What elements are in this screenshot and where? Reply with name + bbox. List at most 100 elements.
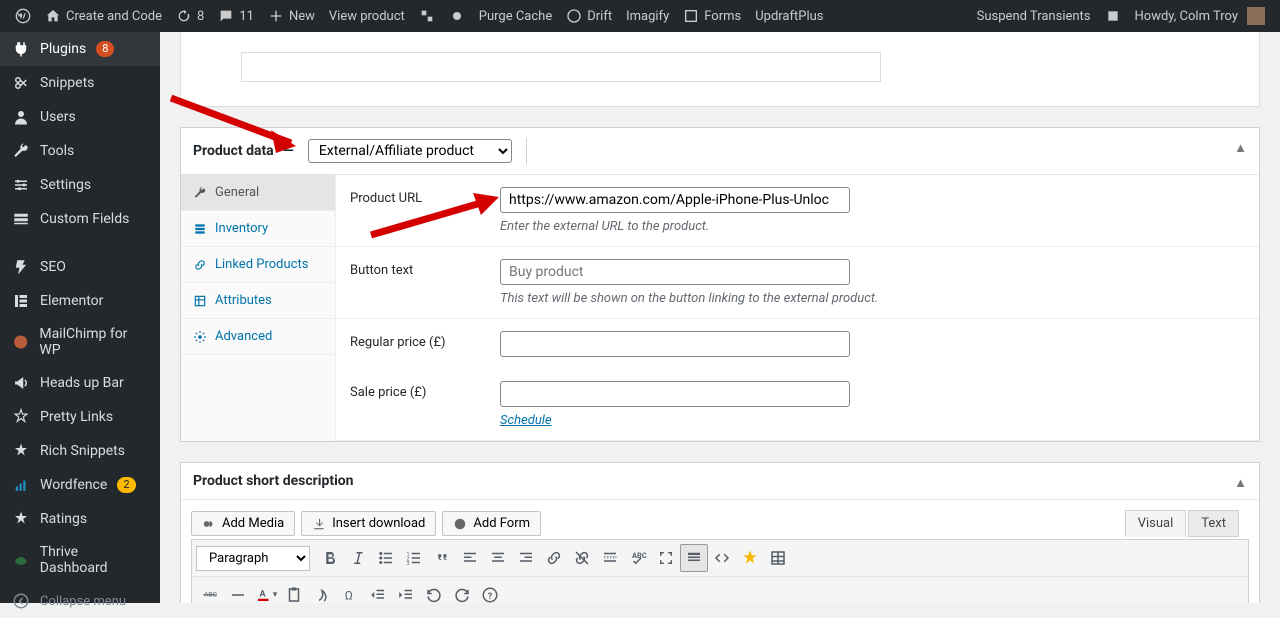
updraft-link[interactable]: UpdraftPlus bbox=[748, 0, 830, 32]
ol-icon[interactable]: 123 bbox=[400, 544, 428, 572]
star-icon[interactable] bbox=[736, 544, 764, 572]
regular-price-label: Regular price (£) bbox=[350, 331, 500, 357]
sidebar-item-wordfence[interactable]: Wordfence2 bbox=[0, 468, 160, 502]
insert-download-button[interactable]: Insert download bbox=[301, 511, 436, 536]
unlink-icon[interactable] bbox=[568, 544, 596, 572]
site-home[interactable]: Create and Code bbox=[38, 0, 169, 32]
specialchar-icon[interactable]: Ω bbox=[336, 581, 364, 603]
schedule-link[interactable]: Schedule bbox=[500, 413, 552, 428]
textcolor-icon[interactable]: A▾ bbox=[252, 581, 280, 603]
button-text-input[interactable] bbox=[500, 259, 850, 285]
tab-inventory[interactable]: Inventory bbox=[181, 211, 335, 247]
text-tab[interactable]: Text bbox=[1188, 510, 1239, 537]
alignright-icon[interactable] bbox=[512, 544, 540, 572]
redo-icon[interactable] bbox=[448, 581, 476, 603]
short-description-title: Product short description bbox=[193, 473, 354, 489]
tab-linked-products[interactable]: Linked Products bbox=[181, 247, 335, 283]
sale-price-input[interactable] bbox=[500, 381, 850, 407]
regular-price-input[interactable] bbox=[500, 331, 850, 357]
sidebar-item-mailchimp[interactable]: MailChimp for WP bbox=[0, 318, 160, 366]
drift-link[interactable]: Drift bbox=[559, 0, 619, 32]
ul-icon[interactable] bbox=[372, 544, 400, 572]
annotation-arrow-2 bbox=[361, 185, 521, 245]
hr-icon[interactable] bbox=[224, 581, 252, 603]
new-content[interactable]: New bbox=[261, 0, 322, 32]
toolbar-toggle-icon[interactable] bbox=[680, 544, 708, 572]
fullscreen-icon[interactable] bbox=[652, 544, 680, 572]
sidebar-item-prettylinks[interactable]: Pretty Links bbox=[0, 400, 160, 434]
sidebar-item-settings[interactable]: Settings bbox=[0, 168, 160, 202]
bold-icon[interactable] bbox=[316, 544, 344, 572]
button-text-label: Button text bbox=[350, 259, 500, 306]
wp-logo[interactable] bbox=[8, 0, 38, 32]
avatar bbox=[1247, 7, 1265, 25]
dot-icon[interactable] bbox=[442, 0, 472, 32]
sidebar-item-custom-fields[interactable]: Custom Fields bbox=[0, 202, 160, 236]
alignleft-icon[interactable] bbox=[456, 544, 484, 572]
visual-tab[interactable]: Visual bbox=[1125, 510, 1187, 537]
howdy-user[interactable]: Howdy, Colm Troy bbox=[1128, 0, 1272, 32]
product-url-input[interactable] bbox=[500, 187, 850, 213]
svg-text:?: ? bbox=[488, 592, 493, 602]
spellcheck-icon[interactable]: ABC bbox=[624, 544, 652, 572]
undo-icon[interactable] bbox=[420, 581, 448, 603]
purge-cache[interactable]: Purge Cache bbox=[472, 0, 559, 32]
svg-text:Ω: Ω bbox=[345, 589, 353, 603]
product-data-title: Product data bbox=[193, 143, 274, 159]
tab-attributes[interactable]: Attributes bbox=[181, 283, 335, 319]
sidebar-item-headsup[interactable]: Heads up Bar bbox=[0, 366, 160, 400]
tab-advanced[interactable]: Advanced bbox=[181, 319, 335, 355]
suspend-transients[interactable]: Suspend Transients bbox=[970, 0, 1098, 32]
italic-icon[interactable] bbox=[344, 544, 372, 572]
gravityforms-icon[interactable] bbox=[412, 0, 442, 32]
short-description-panel: Product short description ▲ Add Media In… bbox=[180, 462, 1260, 603]
tab-general[interactable]: General bbox=[181, 175, 335, 211]
clearformat-icon[interactable] bbox=[308, 581, 336, 603]
sidebar-item-seo[interactable]: SEO bbox=[0, 250, 160, 284]
help-icon[interactable]: ? bbox=[476, 581, 504, 603]
product-url-hint: Enter the external URL to the product. bbox=[500, 219, 1245, 234]
wp-admin-bar: Create and Code 8 11 New View product Pu… bbox=[0, 0, 1280, 32]
sidebar-item-users[interactable]: Users bbox=[0, 100, 160, 134]
svg-text:A: A bbox=[259, 590, 266, 600]
sidebar-item-plugins[interactable]: Plugins8 bbox=[0, 32, 160, 66]
aligncenter-icon[interactable] bbox=[484, 544, 512, 572]
sale-price-label: Sale price (£) bbox=[350, 381, 500, 428]
more-icon[interactable] bbox=[596, 544, 624, 572]
sidebar-item-ratings[interactable]: Ratings bbox=[0, 502, 160, 536]
button-text-hint: This text will be shown on the button li… bbox=[500, 291, 1245, 306]
table-icon[interactable] bbox=[764, 544, 792, 572]
product-type-select[interactable]: External/Affiliate product bbox=[308, 139, 512, 163]
svg-text:3: 3 bbox=[407, 561, 410, 567]
comments[interactable]: 11 bbox=[211, 0, 261, 32]
sidebar-item-snippets[interactable]: Snippets bbox=[0, 66, 160, 100]
view-product[interactable]: View product bbox=[322, 0, 412, 32]
admin-sidebar: Plugins8 Snippets Users Tools Settings C… bbox=[0, 32, 160, 603]
add-form-button[interactable]: Add Form bbox=[442, 511, 541, 536]
product-data-panel: Product data — External/Affiliate produc… bbox=[180, 127, 1260, 442]
add-media-button[interactable]: Add Media bbox=[191, 511, 295, 536]
imagify-link[interactable]: Imagify bbox=[619, 0, 676, 32]
collapse-menu[interactable]: Collapse menu bbox=[0, 584, 160, 618]
sidebar-item-tools[interactable]: Tools bbox=[0, 134, 160, 168]
sidebar-item-richsnippets[interactable]: Rich Snippets bbox=[0, 434, 160, 468]
outdent-icon[interactable] bbox=[364, 581, 392, 603]
product-data-header: Product data — External/Affiliate produc… bbox=[181, 128, 1259, 175]
forms-link[interactable]: Forms bbox=[676, 0, 748, 32]
link-icon[interactable] bbox=[540, 544, 568, 572]
sidebar-item-thrive[interactable]: Thrive Dashboard bbox=[0, 536, 160, 584]
indent-icon[interactable] bbox=[392, 581, 420, 603]
tinymce-editor: Paragraph 123 ABC bbox=[191, 539, 1249, 603]
sidebar-item-elementor[interactable]: Elementor bbox=[0, 284, 160, 318]
panel-toggle-icon[interactable]: ▲ bbox=[1234, 140, 1247, 156]
panel-toggle-icon[interactable]: ▲ bbox=[1234, 475, 1247, 491]
content-area: Product data — External/Affiliate produc… bbox=[160, 32, 1280, 603]
paste-icon[interactable] bbox=[280, 581, 308, 603]
updates[interactable]: 8 bbox=[169, 0, 211, 32]
strike-icon[interactable]: ABC bbox=[196, 581, 224, 603]
code-icon[interactable] bbox=[708, 544, 736, 572]
notifications[interactable] bbox=[1098, 0, 1128, 32]
product-data-tabs: General Inventory Linked Products Attrib… bbox=[181, 175, 336, 441]
quote-icon[interactable] bbox=[428, 544, 456, 572]
format-select[interactable]: Paragraph bbox=[196, 546, 310, 571]
